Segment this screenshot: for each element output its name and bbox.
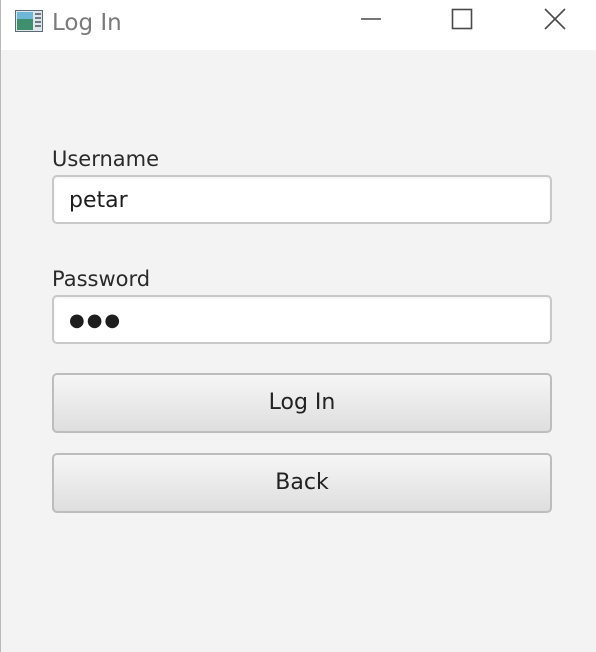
password-masked-value: ●●● — [69, 310, 123, 331]
username-value: petar — [69, 188, 128, 213]
username-label: Username — [52, 147, 160, 171]
login-window: Log In Username petar Password ●●● Log I… — [0, 0, 596, 652]
minimize-icon — [360, 8, 382, 34]
login-button[interactable]: Log In — [52, 373, 552, 433]
back-button-label: Back — [275, 470, 329, 495]
close-button[interactable] — [532, 0, 578, 42]
window-title: Log In — [52, 10, 122, 36]
password-label: Password — [52, 267, 151, 291]
username-field[interactable]: petar — [52, 175, 552, 224]
maximize-button[interactable] — [439, 0, 485, 42]
close-icon — [544, 8, 566, 34]
minimize-button[interactable] — [348, 0, 394, 42]
back-button[interactable]: Back — [52, 453, 552, 513]
title-bar[interactable]: Log In — [1, 0, 596, 50]
maximize-icon — [451, 8, 473, 34]
login-button-label: Log In — [268, 390, 336, 415]
app-window-icon — [15, 10, 43, 32]
password-field[interactable]: ●●● — [52, 295, 552, 344]
